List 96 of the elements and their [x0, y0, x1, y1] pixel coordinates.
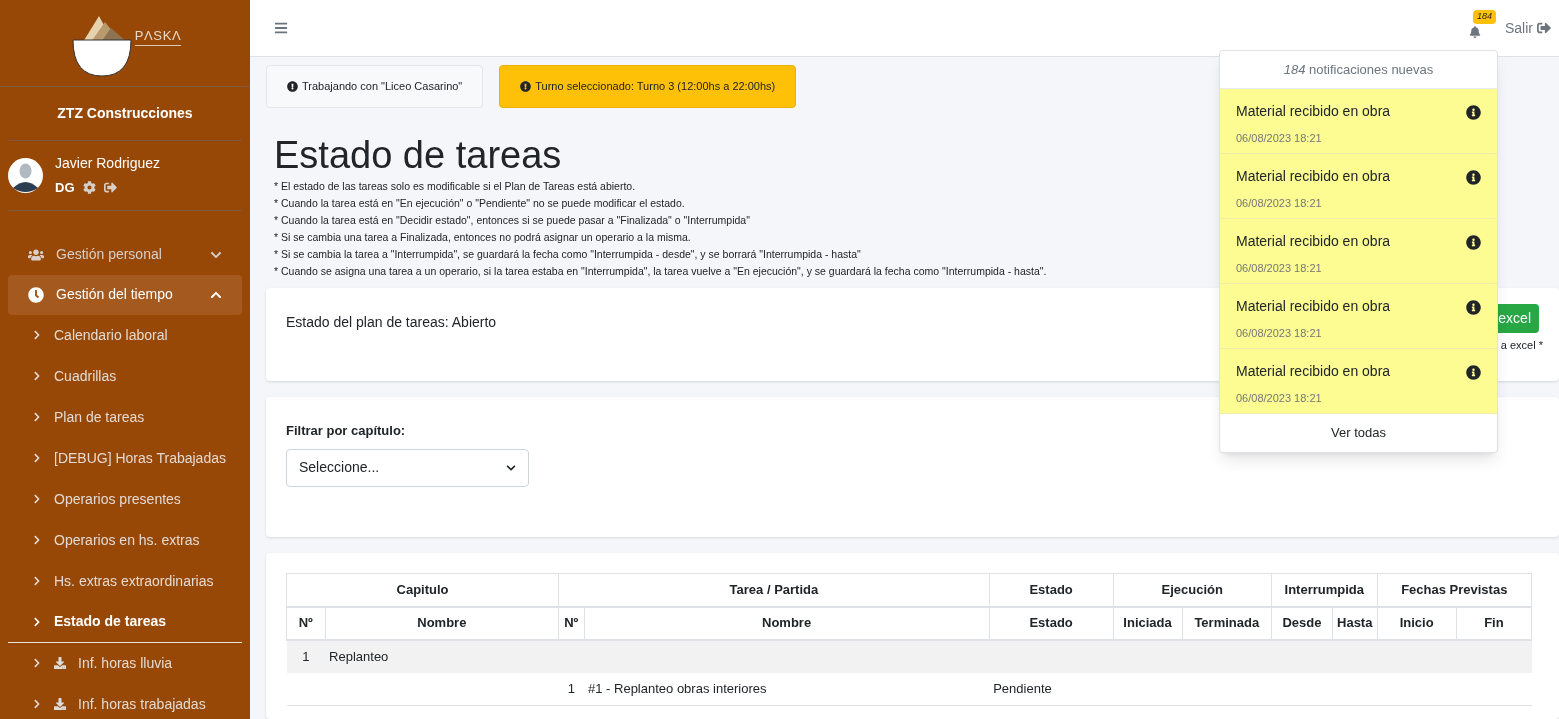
logout-icon[interactable] — [103, 181, 117, 195]
column-header: Nº — [286, 606, 326, 640]
sidebar-group[interactable]: Gestión del tiempo — [8, 274, 242, 315]
column-group-header: Interrumpida — [1271, 573, 1378, 607]
exclamation-icon — [520, 81, 532, 92]
chevron-right-icon — [32, 616, 42, 627]
note-text: * Cuando la tarea está en "Decidir estado", entonces si se puede pasar a "Finalizada" o "Interrumpida" — [274, 213, 750, 228]
sidebar-item[interactable]: Plan de tareas — [8, 396, 242, 438]
download-icon — [54, 698, 66, 710]
sidebar-item[interactable]: Operarios presentes — [8, 478, 242, 520]
sidebar-item[interactable]: [DEBUG] Horas Trabajadas — [8, 437, 242, 479]
notification-item[interactable]: Material recibido en obra 06/08/2023 18:21 — [1220, 349, 1497, 414]
notification-count-badge: 184 — [1473, 10, 1496, 24]
notification-item[interactable]: Material recibido en obra 06/08/2023 18:21 — [1220, 89, 1497, 154]
column-header: Inicio — [1377, 606, 1457, 640]
notification-title: Material recibido en obra — [1236, 297, 1391, 316]
note-text: * Cuando se asigna una tarea a un operario, si la tarea estaba en "Interrumpida", la tarea vuelve a "En ejecución", y se guardará la fecha como "Interrumpida - hasta". — [274, 264, 1047, 279]
chevron-right-icon — [32, 330, 42, 340]
column-group-header: Capitulo — [286, 573, 559, 607]
page-title: Estado de tareas — [274, 136, 562, 174]
table-cell: Pendiente — [989, 672, 1114, 706]
chevron-right-icon — [32, 494, 42, 504]
clock-icon — [28, 286, 44, 303]
table-cell: #1 - Replanteo obras interiores — [584, 672, 990, 706]
note-text: * Cuando la tarea está en "En ejecución" o "Pendiente" no se puede modificar el estado. — [274, 196, 685, 211]
notification-title: Material recibido en obra — [1236, 232, 1391, 251]
plan-status: Estado del plan de tareas: Abierto — [286, 313, 497, 332]
chevron-right-icon — [32, 576, 42, 586]
sidebar-item[interactable]: Hs. extras extraordinarias — [8, 560, 242, 602]
notification-item[interactable]: Material recibido en obra 06/08/2023 18:21 — [1220, 284, 1497, 349]
chevron-right-icon — [32, 371, 42, 381]
column-header: Terminada — [1182, 606, 1272, 640]
notification-title: Material recibido en obra — [1236, 167, 1391, 186]
sidebar-item[interactable]: Operarios en hs. extras — [8, 519, 242, 561]
chevron-right-icon — [32, 699, 42, 709]
chapter-select[interactable]: Seleccione... — [286, 448, 529, 487]
alert-banner: Trabajando con "Liceo Casarino" — [266, 65, 484, 108]
table-cell: 1 — [558, 672, 584, 706]
alert-banner: Turno seleccionado: Turno 3 (12:00hs a 22:00hs) — [499, 65, 797, 108]
excel-hint: a excel * — [1500, 338, 1543, 353]
note-text: * Si se cambia la tarea a "Interrumpida", se guardará la fecha como "Interrumpida - desde", y se borrará "Interrumpida - hasta" — [274, 247, 861, 262]
filter-label: Filtrar por capítulo: — [286, 422, 406, 440]
chevron-right-icon — [32, 658, 42, 668]
user-role: DG — [55, 179, 75, 197]
column-header: Desde — [1271, 606, 1333, 640]
chevron-right-icon — [32, 535, 42, 545]
settings-icon[interactable] — [82, 181, 96, 195]
logo-text: PΛSKΛ — [134, 25, 182, 46]
column-header: Fin — [1456, 606, 1532, 640]
sidebar-group[interactable]: Gestión personal — [8, 234, 242, 275]
notification-time: 06/08/2023 18:21 — [1236, 326, 1323, 341]
chevron-down-icon — [506, 462, 516, 473]
notification-time: 06/08/2023 18:21 — [1236, 391, 1323, 406]
notification-time: 06/08/2023 18:21 — [1236, 196, 1323, 211]
sidebar-item[interactable]: Inf. horas trabajadas — [8, 683, 242, 719]
table-cell: 1 — [286, 639, 326, 673]
column-group-header: Fechas Previstas — [1377, 573, 1532, 607]
info-icon — [1466, 170, 1481, 185]
chevron-right-icon — [32, 412, 42, 422]
notification-time: 06/08/2023 18:21 — [1236, 131, 1323, 146]
column-group-header: Ejecución — [1113, 573, 1272, 607]
column-group-header: Estado — [989, 573, 1114, 607]
sidebar-item[interactable]: Estado de tareas — [8, 601, 242, 643]
logout-link[interactable]: Salir — [1505, 17, 1551, 39]
download-icon — [54, 657, 66, 669]
notification-title: Material recibido en obra — [1236, 102, 1391, 121]
sidebar-item[interactable]: Inf. horas lluvia — [8, 642, 242, 684]
notification-time: 06/08/2023 18:21 — [1236, 261, 1323, 276]
info-icon — [1466, 365, 1481, 380]
column-header: Nombre — [584, 606, 990, 640]
avatar-silhouette-icon — [8, 157, 43, 193]
chevron-right-icon — [32, 453, 42, 463]
column-header: Nº — [558, 606, 584, 640]
logout-icon — [1537, 21, 1551, 35]
sidebar-item[interactable]: Calendario laboral — [8, 314, 242, 356]
view-all-link[interactable]: Ver todas — [1220, 414, 1497, 452]
column-header: Hasta — [1332, 606, 1378, 640]
company-name: ZTZ Construcciones — [56, 104, 194, 123]
note-text: * Si se cambia una tarea a Finalizada, entonces no podrá asignar un operario a la misma. — [274, 230, 691, 245]
info-icon — [1466, 105, 1481, 120]
sidebar-item[interactable]: Cuadrillas — [8, 355, 242, 397]
note-text: * El estado de las tareas solo es modificable si el Plan de Tareas está abierto. — [274, 179, 636, 194]
info-icon — [1466, 300, 1481, 315]
info-icon — [1466, 235, 1481, 250]
column-header: Estado — [989, 606, 1114, 640]
menu-icon[interactable] — [274, 21, 288, 35]
bell-icon[interactable] — [1469, 26, 1481, 38]
notification-item[interactable]: Material recibido en obra 06/08/2023 18:21 — [1220, 219, 1497, 284]
notification-title: Material recibido en obra — [1236, 362, 1391, 381]
column-header: Nombre — [325, 606, 559, 640]
column-header: Iniciada — [1113, 606, 1183, 640]
exclamation-icon — [287, 81, 298, 92]
table-cell: Replanteo — [325, 639, 559, 673]
column-group-header: Tarea / Partida — [558, 573, 990, 607]
user-name: Javier Rodriguez — [55, 154, 161, 173]
notification-item[interactable]: Material recibido en obra 06/08/2023 18:21 — [1220, 154, 1497, 219]
